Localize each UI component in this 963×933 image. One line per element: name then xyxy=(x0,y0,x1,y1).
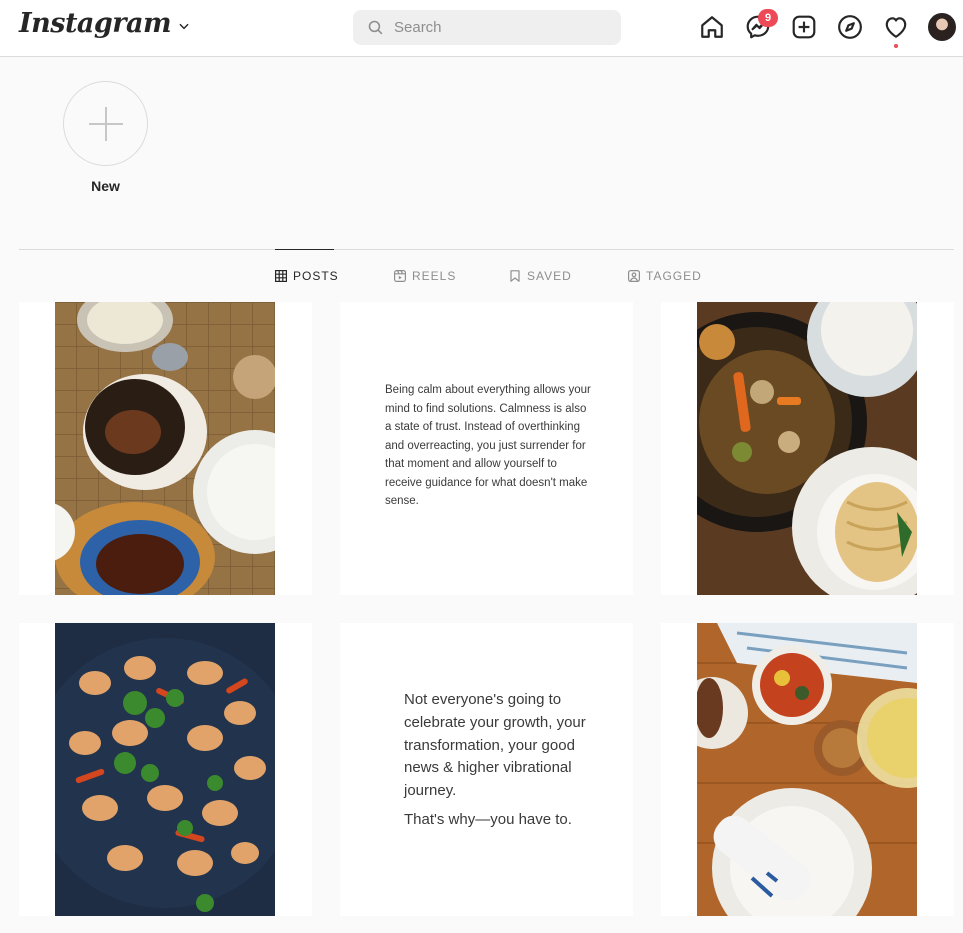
add-post-icon xyxy=(792,15,816,39)
quote-closing: That's why—you have to. xyxy=(404,810,572,828)
compass-icon xyxy=(838,15,862,39)
food-photo-graphic xyxy=(697,302,917,595)
post-photo xyxy=(55,302,275,595)
post-photo xyxy=(697,623,917,916)
tab-tagged[interactable]: TAGGED xyxy=(628,268,702,284)
nav-icons xyxy=(0,14,963,44)
quote-body: Not everyone's going to celebrate your g… xyxy=(404,691,586,800)
food-photo-graphic xyxy=(55,302,275,595)
post-2[interactable]: Being calm about everything allows your … xyxy=(340,302,633,595)
profile-avatar[interactable] xyxy=(928,13,956,41)
tab-label: POSTS xyxy=(293,269,339,283)
quote-text: Not everyone's going to celebrate your g… xyxy=(404,689,604,832)
post-4[interactable] xyxy=(19,623,312,916)
new-highlight-button[interactable] xyxy=(63,81,148,166)
new-highlight-label: New xyxy=(91,178,120,194)
tab-saved[interactable]: SAVED xyxy=(509,268,572,284)
tab-label: TAGGED xyxy=(646,269,702,283)
post-1[interactable] xyxy=(19,302,312,595)
home-button[interactable] xyxy=(699,14,725,40)
plus-icon xyxy=(88,106,123,141)
quote-text: Being calm about everything allows your … xyxy=(385,384,591,507)
new-post-button[interactable] xyxy=(791,14,817,40)
tab-label: SAVED xyxy=(527,269,572,283)
reels-icon xyxy=(394,270,406,282)
tab-reels[interactable]: REELS xyxy=(394,268,456,284)
food-photo-graphic xyxy=(55,623,275,916)
explore-button[interactable] xyxy=(837,14,863,40)
tab-label: REELS xyxy=(412,269,457,283)
post-5[interactable]: Not everyone's going to celebrate your g… xyxy=(340,623,633,916)
active-tab-indicator xyxy=(275,249,334,250)
notification-dot xyxy=(894,44,898,48)
bookmark-icon xyxy=(510,270,520,282)
grid-icon xyxy=(275,270,287,282)
post-photo xyxy=(697,302,917,595)
top-navigation-bar: Instagram 9 xyxy=(0,0,963,57)
heart-icon xyxy=(885,17,907,38)
food-photo-graphic xyxy=(697,623,917,916)
post-photo xyxy=(55,623,275,916)
tab-posts[interactable]: POSTS xyxy=(275,268,339,284)
post-6[interactable] xyxy=(661,623,954,916)
activity-button[interactable] xyxy=(883,14,909,40)
post-3[interactable] xyxy=(661,302,954,595)
home-icon xyxy=(701,16,723,38)
tabs-divider xyxy=(19,249,954,250)
messages-badge: 9 xyxy=(758,9,778,27)
tagged-icon xyxy=(628,270,640,282)
